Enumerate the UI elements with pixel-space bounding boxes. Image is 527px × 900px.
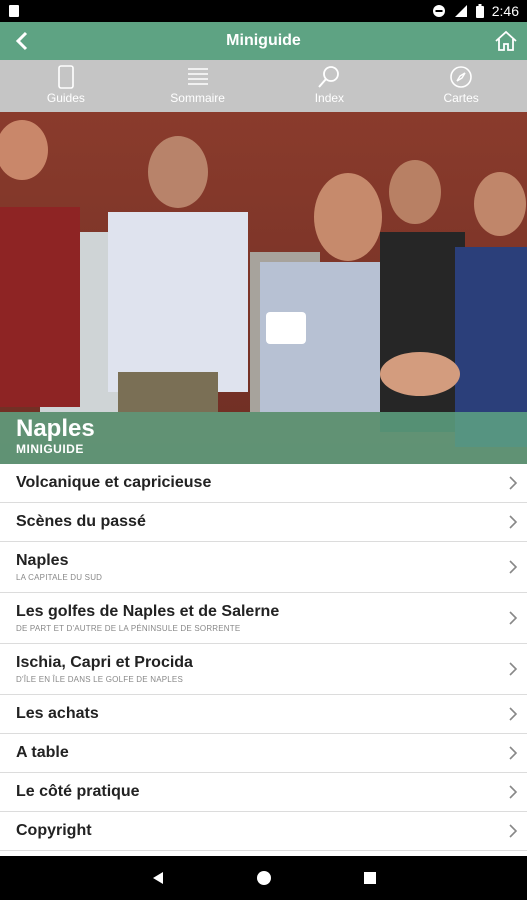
compass-icon — [450, 66, 472, 88]
list-item-label: Le côté pratique — [16, 783, 140, 800]
list-item-label: Copyright — [16, 822, 92, 839]
status-bar: 2:46 — [0, 0, 527, 22]
chevron-right-icon — [509, 662, 518, 676]
tab-index[interactable]: Index — [264, 60, 396, 112]
list-item[interactable]: Scènes du passé — [0, 503, 527, 542]
tab-sommaire-label: Sommaire — [170, 91, 225, 105]
chevron-right-icon — [509, 515, 518, 529]
signal-icon — [454, 5, 467, 17]
recents-square-icon[interactable] — [362, 870, 378, 886]
page-title: Miniguide — [226, 32, 301, 49]
chevron-right-icon — [509, 476, 518, 490]
list-item-caption: DE PART ET D'AUTRE DE LA PÉNINSULE DE SO… — [16, 624, 241, 633]
phone-icon — [58, 65, 74, 89]
hero-image: Naples MINIGUIDE — [0, 112, 527, 464]
tab-cartes-label: Cartes — [443, 91, 479, 105]
list-item[interactable]: Ischia, Capri et Procida D'ÎLE EN ÎLE DA… — [0, 644, 527, 695]
list-item-label: A table — [16, 744, 69, 761]
home-icon — [495, 30, 517, 51]
home-button[interactable] — [491, 26, 521, 56]
home-circle-icon[interactable] — [256, 870, 272, 886]
list-item[interactable]: Volcanique et capricieuse — [0, 464, 527, 503]
list-item-caption: D'ÎLE EN ÎLE DANS LE GOLFE DE NAPLES — [16, 675, 184, 684]
list-icon — [187, 68, 208, 85]
do-not-disturb-icon — [432, 5, 445, 17]
hero-city-title: Naples — [16, 415, 95, 442]
chevron-left-icon — [15, 31, 28, 51]
back-button[interactable] — [8, 27, 36, 55]
system-nav-bar — [0, 856, 527, 900]
list-item[interactable]: Le côté pratique — [0, 773, 527, 812]
battery-icon — [475, 4, 484, 18]
chapter-list: Volcanique et capricieuse Scènes du pass… — [0, 464, 527, 851]
tab-cartes[interactable]: Cartes — [395, 60, 527, 112]
tab-guides-label: Guides — [46, 91, 85, 105]
list-item-caption: LA CAPITALE DU SUD — [16, 573, 103, 582]
hero-caption: Naples MINIGUIDE — [0, 412, 527, 464]
tab-sommaire[interactable]: Sommaire — [132, 60, 264, 112]
chevron-right-icon — [509, 707, 518, 721]
app-header: Miniguide — [0, 22, 527, 60]
chevron-right-icon — [509, 785, 518, 799]
list-item-label: Les achats — [16, 705, 99, 722]
chevron-right-icon — [509, 746, 518, 760]
chevron-right-icon — [509, 560, 518, 574]
chevron-right-icon — [509, 611, 518, 625]
tab-index-label: Index — [314, 91, 345, 105]
list-item-label: Les golfes de Naples et de Salerne — [16, 603, 280, 620]
list-item[interactable]: Les achats — [0, 695, 527, 734]
magnifier-icon — [318, 66, 340, 88]
notification-icon — [9, 5, 19, 17]
list-item-label: Scènes du passé — [16, 513, 146, 530]
toolbar: Guides Sommaire Index Cartes — [0, 60, 527, 112]
back-triangle-icon[interactable] — [150, 870, 166, 886]
list-item-label: Volcanique et capricieuse — [16, 474, 212, 491]
tab-guides[interactable]: Guides — [0, 60, 132, 112]
list-item-label: Naples — [16, 552, 69, 569]
hero-subtitle: MINIGUIDE — [16, 442, 84, 456]
list-item[interactable]: Copyright — [0, 812, 527, 851]
list-item[interactable]: Les golfes de Naples et de Salerne DE PA… — [0, 593, 527, 644]
list-item-label: Ischia, Capri et Procida — [16, 654, 193, 671]
list-item[interactable]: Naples LA CAPITALE DU SUD — [0, 542, 527, 593]
status-time: 2:46 — [491, 3, 519, 19]
chevron-right-icon — [509, 824, 518, 838]
list-item[interactable]: A table — [0, 734, 527, 773]
